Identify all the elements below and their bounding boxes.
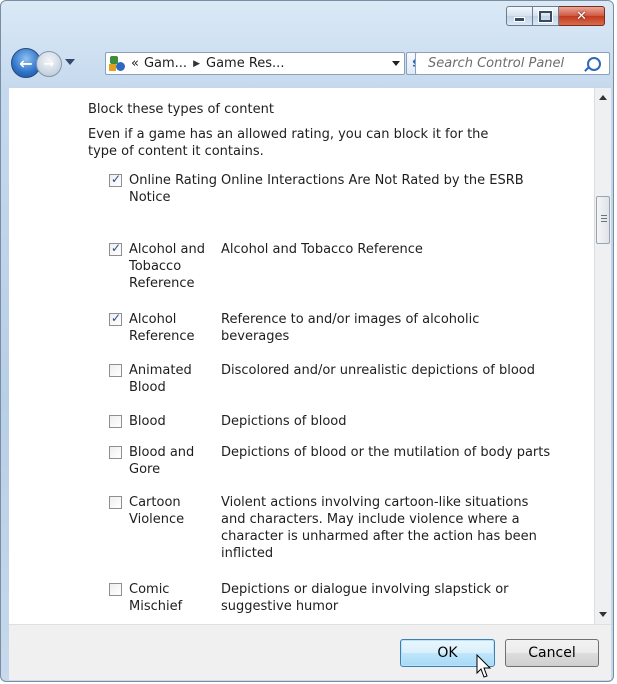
scrollbar-thumb[interactable] (596, 196, 610, 244)
search-placeholder: Search Control Panel (428, 56, 565, 71)
item-label[interactable]: Blood (129, 413, 217, 430)
item-description: Violent actions involving cartoon-like s… (221, 495, 537, 561)
close-icon: ✕ (576, 8, 587, 24)
item-description: Discolored and/or unrealistic depictions… (221, 363, 536, 378)
checkbox[interactable] (109, 583, 122, 596)
dialog-footer: OK Cancel (9, 624, 611, 680)
grip-line (601, 221, 607, 222)
mouse-pointer-icon (476, 654, 492, 678)
arrow-right-icon: → (43, 56, 55, 72)
search-input[interactable]: Search Control Panel (415, 52, 610, 75)
checkbox[interactable] (109, 241, 122, 256)
address-dropdown-icon[interactable] (392, 61, 400, 66)
breadcrumb-overflow[interactable]: « (131, 56, 139, 71)
checkbox[interactable] (109, 172, 122, 187)
caption-buttons: ✕ (506, 6, 605, 26)
checkbox[interactable] (109, 496, 122, 509)
section-description: Even if a game has an allowed rating, yo… (88, 127, 489, 159)
minimize-icon (514, 16, 525, 22)
forward-button[interactable]: → (36, 51, 62, 77)
breadcrumb-separator-icon[interactable]: ▶ (193, 59, 200, 69)
maximize-icon (539, 10, 552, 22)
item-description: Depictions of blood or the mutilation of… (221, 445, 551, 460)
control-panel-icon (109, 55, 127, 72)
grip-line (601, 218, 607, 219)
item-label[interactable]: Alcohol and Tobacco Reference (129, 241, 217, 292)
breadcrumb-item-game-restrictions[interactable]: Game Res... (206, 56, 284, 71)
scroll-down-icon[interactable] (599, 612, 607, 617)
section-heading: Block these types of content (88, 102, 274, 117)
item-description: Online Interactions Are Not Rated by the… (221, 173, 524, 188)
grip-line (601, 215, 607, 216)
breadcrumb-item-games[interactable]: Gam... (144, 56, 187, 71)
item-description: Reference to and/or images of alcoholic … (221, 312, 480, 344)
window-frame: ✕ ← → « Gam... ▶ Game Res... ⇆ Search Co… (0, 0, 614, 682)
item-label[interactable]: Cartoon Violence (129, 494, 217, 528)
vertical-scrollbar[interactable] (594, 88, 611, 624)
checkbox[interactable] (109, 311, 122, 326)
item-label[interactable]: Comic Mischief (129, 581, 217, 615)
content-panel: Block these types of content Even if a g… (9, 87, 611, 624)
arrow-left-icon: ← (19, 53, 33, 73)
item-label[interactable]: Animated Blood (129, 362, 217, 396)
checkbox[interactable] (109, 364, 122, 377)
item-label[interactable]: Alcohol Reference (129, 311, 217, 345)
maximize-button[interactable] (533, 6, 559, 26)
recent-pages-dropdown[interactable] (65, 59, 75, 65)
item-label[interactable]: Online Rating Notice (129, 172, 217, 206)
address-bar[interactable]: « Gam... ▶ Game Res... (105, 52, 405, 75)
item-description: Alcohol and Tobacco Reference (221, 242, 423, 257)
item-label[interactable]: Blood and Gore (129, 444, 217, 478)
checkbox[interactable] (109, 415, 122, 428)
minimize-button[interactable] (506, 6, 533, 26)
checkbox[interactable] (109, 446, 122, 459)
item-description: Depictions or dialogue involving slapsti… (221, 582, 509, 614)
cancel-button[interactable]: Cancel (505, 639, 599, 667)
close-button[interactable]: ✕ (559, 6, 605, 26)
item-description: Depictions of blood (221, 414, 347, 429)
search-icon[interactable] (587, 57, 601, 71)
scroll-up-icon[interactable] (599, 95, 607, 100)
